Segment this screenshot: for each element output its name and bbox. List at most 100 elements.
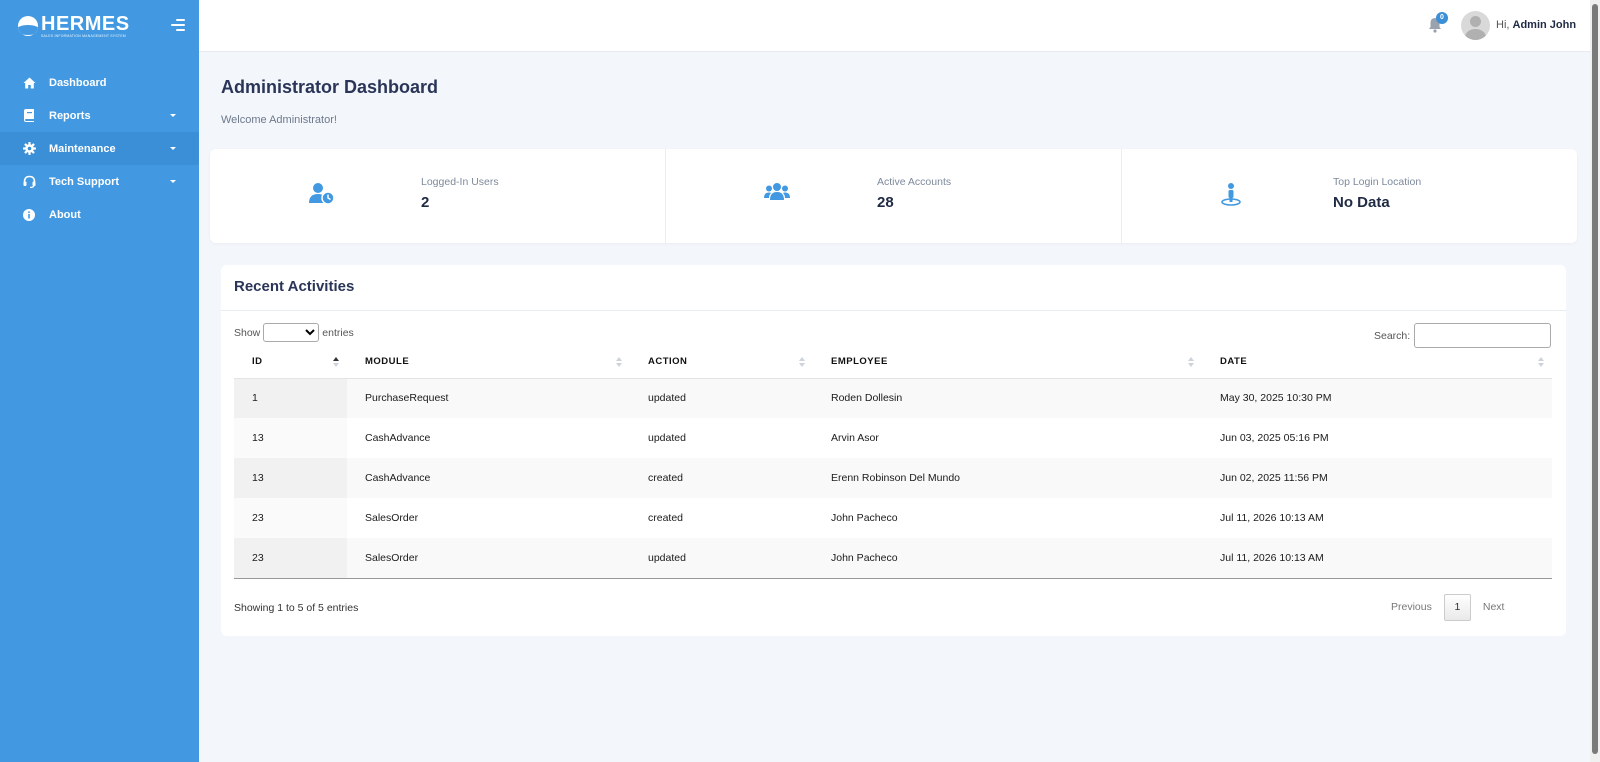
stat-top-login-location: Top Login Location No Data [1121, 149, 1577, 243]
table-row: 1 PurchaseRequest updated Roden Dollesin… [234, 378, 1552, 418]
column-header-employee[interactable]: EMPLOYEE [813, 346, 1202, 379]
column-header-date[interactable]: DATE [1202, 346, 1552, 379]
cell-date: Jul 11, 2026 10:13 AM [1202, 538, 1552, 579]
cell-date: May 30, 2025 10:30 PM [1202, 378, 1552, 418]
pagination: Previous 1 Next [1381, 594, 1514, 621]
entries-length-control: Show entries [234, 323, 354, 342]
scrollbar[interactable] [1590, 0, 1600, 762]
info-icon [22, 208, 36, 222]
sidebar-item-label: Reports [49, 109, 91, 122]
show-label: Show [234, 326, 261, 339]
cell-id: 23 [234, 538, 347, 579]
welcome-message: Welcome Administrator! [221, 114, 337, 126]
sidebar-item-label: Tech Support [49, 175, 120, 188]
chevron-down-icon [170, 114, 176, 117]
cell-action: updated [630, 378, 813, 418]
cell-module: CashAdvance [347, 458, 630, 498]
stat-value: 2 [421, 194, 430, 211]
scrollbar-thumb[interactable] [1592, 4, 1598, 754]
cell-employee: John Pacheco [831, 512, 898, 524]
greeting-prefix: Hi, [1496, 19, 1510, 31]
cell-date: Jun 03, 2025 05:16 PM [1220, 432, 1329, 444]
page-button-1[interactable]: 1 [1443, 594, 1471, 621]
table-search: Search: [1374, 323, 1552, 348]
stat-label: Top Login Location [1333, 176, 1422, 188]
headset-icon [22, 175, 36, 189]
brand-logo[interactable]: HERMES SALES INFORMATION MANAGEMENT SYST… [18, 14, 130, 39]
entries-select[interactable] [263, 323, 320, 342]
cell-date: Jun 02, 2025 11:56 PM [1202, 458, 1552, 498]
sidebar-nav: Dashboard Reports Maintenance Tech Suppo… [0, 66, 199, 231]
card-title: Recent Activities [234, 278, 355, 295]
cell-date: Jul 11, 2026 10:13 AM [1220, 512, 1324, 524]
table-row: 13 CashAdvance created Erenn Robinson De… [234, 458, 1552, 498]
notification-badge: 0 [1436, 12, 1448, 24]
next-button[interactable]: Next [1473, 594, 1515, 621]
cell-action: updated [648, 432, 686, 444]
sort-icon [1538, 357, 1544, 367]
stat-label: Logged-In Users [421, 176, 499, 188]
location-person-icon [1220, 182, 1246, 206]
table-row: 23 SalesOrder updated John Pacheco Jul 1… [234, 538, 1552, 579]
sidebar-item-label: Dashboard [49, 76, 107, 89]
sidebar-toggle-icon[interactable] [169, 19, 185, 33]
stat-active-accounts: Active Accounts 28 [665, 149, 1121, 243]
sidebar-item-dashboard[interactable]: Dashboard [0, 66, 199, 99]
sort-icon [333, 357, 339, 367]
cell-id: 13 [234, 418, 347, 458]
cell-employee: Arvin Asor [831, 432, 879, 444]
sidebar: HERMES SALES INFORMATION MANAGEMENT SYST… [0, 0, 199, 762]
globe-logo-icon [18, 16, 38, 36]
topbar: 0 Hi, Admin John [199, 0, 1590, 52]
activities-table: ID MODULE ACTION EMPLOYEE DATE 1 Purchas… [234, 346, 1552, 579]
chevron-down-icon [170, 180, 176, 183]
sort-icon [616, 357, 622, 367]
table-row: 23 SalesOrder created John Pacheco Jul 1… [234, 498, 1552, 538]
stat-value: No Data [1333, 194, 1390, 211]
sort-icon [1188, 357, 1194, 367]
cell-module: PurchaseRequest [347, 378, 630, 418]
cell-id: 13 [234, 458, 347, 498]
cell-employee: Roden Dollesin [813, 378, 1202, 418]
table-header-row: ID MODULE ACTION EMPLOYEE DATE [234, 346, 1552, 379]
stat-logged-in-users: Logged-In Users 2 [210, 149, 665, 243]
column-header-action[interactable]: ACTION [630, 346, 813, 379]
column-header-id[interactable]: ID [234, 346, 347, 379]
brand-tagline: SALES INFORMATION MANAGEMENT SYSTEM [41, 33, 126, 38]
brand-name: HERMES [41, 12, 130, 35]
cell-id: 1 [234, 378, 347, 418]
recent-activities-card: Recent Activities Show entries Search: I… [221, 265, 1566, 636]
previous-button[interactable]: Previous [1381, 594, 1442, 621]
home-icon [22, 76, 36, 90]
column-header-module[interactable]: MODULE [347, 346, 630, 379]
cell-employee: Erenn Robinson Del Mundo [813, 458, 1202, 498]
cell-action: created [630, 458, 813, 498]
sidebar-item-reports[interactable]: Reports [0, 99, 199, 132]
divider [221, 310, 1566, 311]
stat-value: 28 [877, 194, 894, 211]
search-input[interactable] [1414, 323, 1552, 348]
page-title: Administrator Dashboard [221, 77, 439, 97]
cell-employee: John Pacheco [813, 538, 1202, 579]
gear-icon [22, 142, 36, 156]
book-icon [22, 109, 36, 123]
cell-id: 23 [234, 498, 347, 538]
sidebar-item-about[interactable]: About [0, 198, 199, 231]
entries-label: entries [322, 326, 354, 339]
stat-label: Active Accounts [877, 176, 952, 188]
sidebar-item-label: Maintenance [49, 142, 116, 155]
users-icon [764, 182, 790, 206]
avatar[interactable] [1461, 11, 1490, 40]
user-name: Admin John [1512, 19, 1577, 31]
sidebar-item-label: About [49, 208, 81, 221]
cell-action: updated [630, 538, 813, 579]
brand: HERMES SALES INFORMATION MANAGEMENT SYST… [0, 0, 199, 52]
sidebar-item-tech-support[interactable]: Tech Support [0, 165, 199, 198]
user-greeting[interactable]: Hi, Admin John [1496, 19, 1576, 31]
table-row: 13 CashAdvance updated Arvin Asor Jun 03… [234, 418, 1552, 458]
stats-card: Logged-In Users 2 Active Accounts 28 Top… [210, 149, 1577, 243]
cell-action: created [648, 512, 684, 524]
sidebar-item-maintenance[interactable]: Maintenance [0, 132, 199, 165]
cell-module: SalesOrder [347, 538, 630, 579]
chevron-down-icon [170, 147, 176, 150]
